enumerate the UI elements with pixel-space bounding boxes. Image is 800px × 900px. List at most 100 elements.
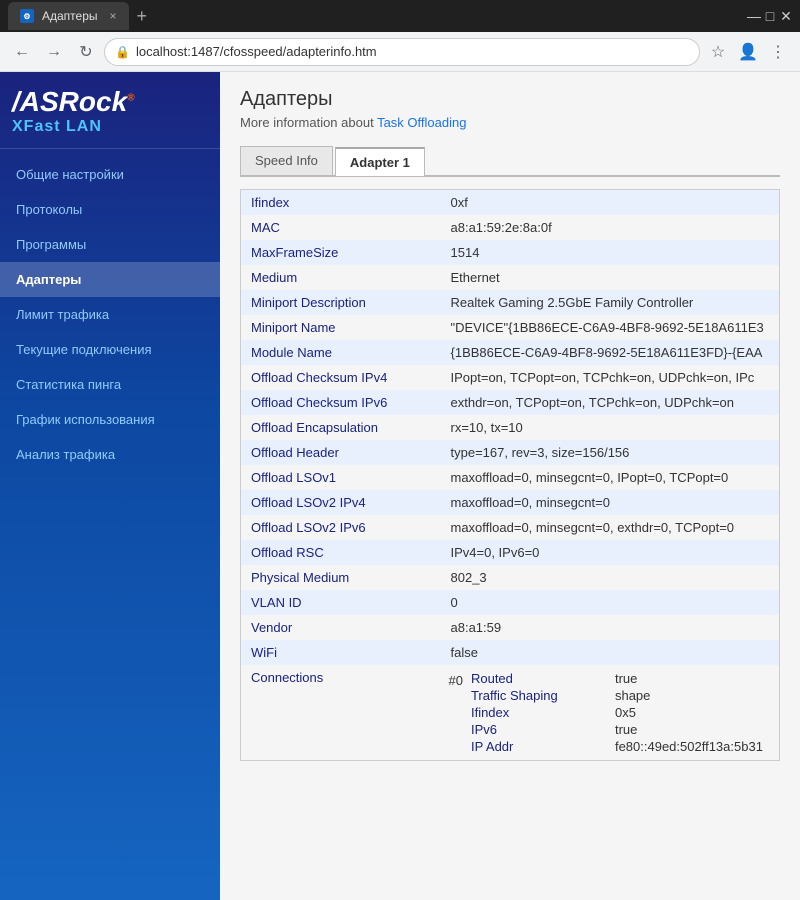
row-key: Ifindex — [241, 190, 441, 216]
conn-key-ipv6: IPv6 — [471, 722, 611, 737]
account-button[interactable]: 👤 — [734, 38, 762, 66]
row-value: 802_3 — [441, 565, 780, 590]
table-row: Offload Checksum IPv6 exthdr=on, TCPopt=… — [241, 390, 780, 415]
maximize-button[interactable]: □ — [764, 10, 776, 22]
logo-xfast: XFast LAN — [12, 118, 208, 136]
browser-toolbar: ← → ↻ 🔒 ☆ 👤 ⋮ — [0, 32, 800, 72]
sidebar-item-protocols[interactable]: Протоколы — [0, 192, 220, 227]
row-key: MAC — [241, 215, 441, 240]
row-value: maxoffload=0, minsegcnt=0 — [441, 490, 780, 515]
sidebar: /ASRock® XFast LAN Общие настройки Прото… — [0, 72, 220, 900]
table-row: Physical Medium 802_3 — [241, 565, 780, 590]
connections-label: Connections — [241, 665, 441, 761]
conn-val-ipv6: true — [615, 722, 763, 737]
table-row: Offload Checksum IPv4 IPopt=on, TCPopt=o… — [241, 365, 780, 390]
table-row: Miniport Name "DEVICE"{1BB86ECE-C6A9-4BF… — [241, 315, 780, 340]
close-window-button[interactable]: ✕ — [780, 10, 792, 22]
table-row: MaxFrameSize 1514 — [241, 240, 780, 265]
sidebar-item-ping-stats[interactable]: Статистика пинга — [0, 367, 220, 402]
bookmark-button[interactable]: ☆ — [704, 38, 732, 66]
sidebar-item-connections[interactable]: Текущие подключения — [0, 332, 220, 367]
window-controls: — □ ✕ — [748, 10, 792, 22]
table-row: Ifindex 0xf — [241, 190, 780, 216]
row-key: Offload RSC — [241, 540, 441, 565]
close-tab-button[interactable]: × — [110, 9, 117, 23]
lock-icon: 🔒 — [115, 45, 130, 59]
row-key: Offload LSOv1 — [241, 465, 441, 490]
row-value: rx=10, tx=10 — [441, 415, 780, 440]
connection-item: #0 Routed true Traffic Shaping shape Ifi… — [441, 669, 780, 756]
row-value: IPopt=on, TCPopt=on, TCPchk=on, UDPchk=o… — [441, 365, 780, 390]
table-row: WiFi false — [241, 640, 780, 665]
task-offloading-link[interactable]: Task Offloading — [377, 115, 466, 130]
task-offloading-info: More information about Task Offloading — [240, 115, 780, 130]
nav-menu: Общие настройки Протоколы Программы Адап… — [0, 149, 220, 900]
row-key: MaxFrameSize — [241, 240, 441, 265]
browser-menu-button[interactable]: ⋮ — [764, 38, 792, 66]
tab-adapter-1[interactable]: Adapter 1 — [335, 147, 425, 176]
row-value: {1BB86ECE-C6A9-4BF8-9692-5E18A611E3FD}-{… — [441, 340, 780, 365]
table-row: Offload Encapsulation rx=10, tx=10 — [241, 415, 780, 440]
row-value: false — [441, 640, 780, 665]
forward-button[interactable]: → — [40, 38, 68, 66]
row-value: maxoffload=0, minsegcnt=0, exthdr=0, TCP… — [441, 515, 780, 540]
content-area: Адаптеры More information about Task Off… — [220, 72, 800, 900]
tab-speed-info[interactable]: Speed Info — [240, 146, 333, 175]
conn-key-ifindex: Ifindex — [471, 705, 611, 720]
conn-val-traffic-shaping: shape — [615, 688, 763, 703]
more-info-text: More information about — [240, 115, 374, 130]
main-layout: /ASRock® XFast LAN Общие настройки Прото… — [0, 72, 800, 900]
row-key: Module Name — [241, 340, 441, 365]
page-title: Адаптеры — [240, 88, 780, 111]
minimize-button[interactable]: — — [748, 10, 760, 22]
reload-button[interactable]: ↻ — [72, 38, 100, 66]
row-key: Offload LSOv2 IPv4 — [241, 490, 441, 515]
sidebar-item-adapters[interactable]: Адаптеры — [0, 262, 220, 297]
row-key: Vendor — [241, 615, 441, 640]
browser-tab-active[interactable]: ⚙ Адаптеры × — [8, 2, 129, 30]
row-value: maxoffload=0, minsegcnt=0, IPopt=0, TCPo… — [441, 465, 780, 490]
row-value: a8:a1:59 — [441, 615, 780, 640]
address-bar-input[interactable] — [136, 44, 689, 59]
conn-val-routed: true — [615, 671, 763, 686]
table-row: Vendor a8:a1:59 — [241, 615, 780, 640]
row-key: VLAN ID — [241, 590, 441, 615]
row-key: Offload Checksum IPv6 — [241, 390, 441, 415]
toolbar-right: ☆ 👤 ⋮ — [704, 38, 792, 66]
logo-asrock: /ASRock® — [12, 88, 208, 116]
sidebar-item-usage-graph[interactable]: График использования — [0, 402, 220, 437]
new-tab-button[interactable]: + — [137, 6, 148, 27]
row-value: Realtek Gaming 2.5GbE Family Controller — [441, 290, 780, 315]
row-key: Medium — [241, 265, 441, 290]
tabs-row: Speed Info Adapter 1 — [240, 146, 780, 177]
table-row: Offload LSOv2 IPv6 maxoffload=0, minsegc… — [241, 515, 780, 540]
row-value: type=167, rev=3, size=156/156 — [441, 440, 780, 465]
browser-tab-bar: ⚙ Адаптеры × + — [8, 2, 748, 30]
connections-row: Connections #0 Routed true Traffic Shapi… — [241, 665, 780, 761]
row-key: WiFi — [241, 640, 441, 665]
row-value: 0xf — [441, 190, 780, 216]
address-bar-wrapper: 🔒 — [104, 38, 700, 66]
sidebar-item-general[interactable]: Общие настройки — [0, 157, 220, 192]
back-button[interactable]: ← — [8, 38, 36, 66]
conn-key-routed: Routed — [471, 671, 611, 686]
logo-area: /ASRock® XFast LAN — [0, 72, 220, 149]
row-value: "DEVICE"{1BB86ECE-C6A9-4BF8-9692-5E18A61… — [441, 315, 780, 340]
table-row: Offload Header type=167, rev=3, size=156… — [241, 440, 780, 465]
window-titlebar: ⚙ Адаптеры × + — □ ✕ — [0, 0, 800, 32]
adapter-data-table: Ifindex 0xf MAC a8:a1:59:2e:8a:0f MaxFra… — [240, 189, 780, 761]
table-row: MAC a8:a1:59:2e:8a:0f — [241, 215, 780, 240]
table-row: Offload LSOv2 IPv4 maxoffload=0, minsegc… — [241, 490, 780, 515]
table-row: Offload RSC IPv4=0, IPv6=0 — [241, 540, 780, 565]
row-key: Miniport Description — [241, 290, 441, 315]
sidebar-item-traffic-analysis[interactable]: Анализ трафика — [0, 437, 220, 472]
tab-favicon: ⚙ — [20, 9, 34, 23]
connection-details: Routed true Traffic Shaping shape Ifinde… — [471, 671, 763, 754]
row-key: Offload Checksum IPv4 — [241, 365, 441, 390]
sidebar-item-programs[interactable]: Программы — [0, 227, 220, 262]
table-row: Miniport Description Realtek Gaming 2.5G… — [241, 290, 780, 315]
sidebar-item-traffic-limit[interactable]: Лимит трафика — [0, 297, 220, 332]
table-row: Offload LSOv1 maxoffload=0, minsegcnt=0,… — [241, 465, 780, 490]
table-row: VLAN ID 0 — [241, 590, 780, 615]
row-value: IPv4=0, IPv6=0 — [441, 540, 780, 565]
